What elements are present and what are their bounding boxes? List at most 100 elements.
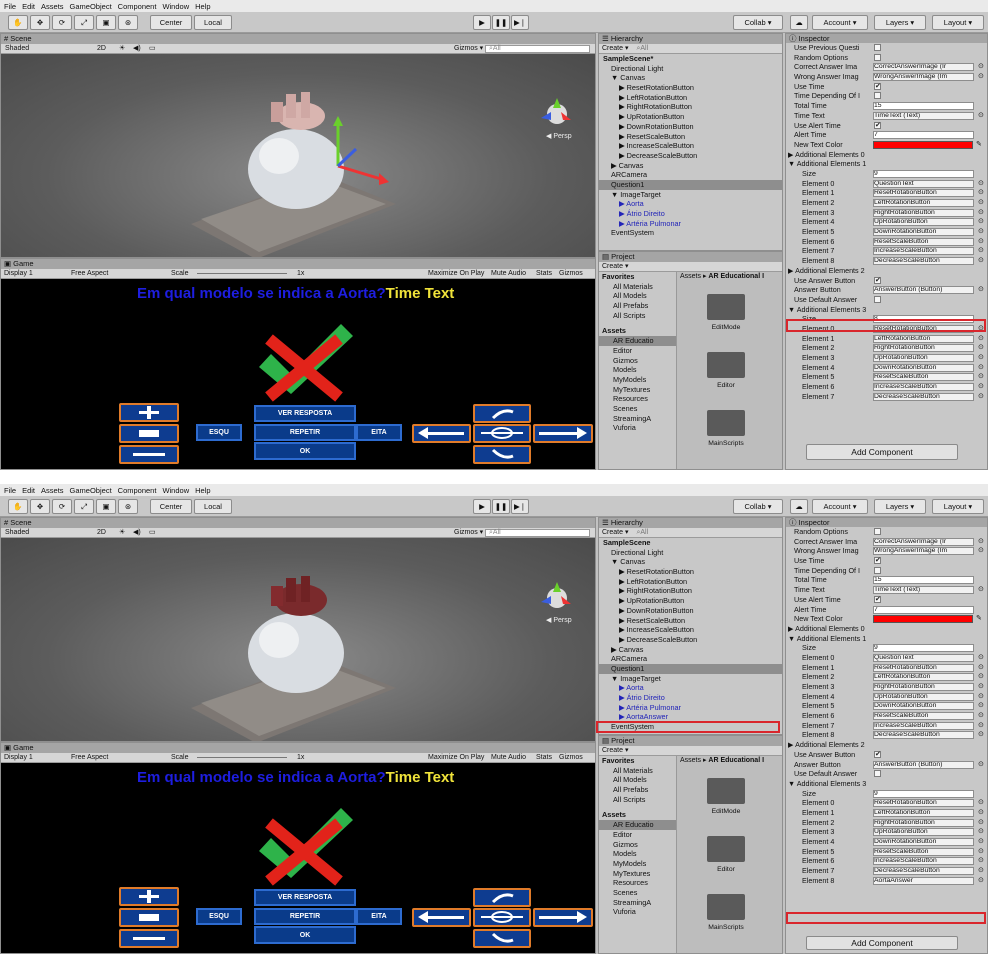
hierarchy-item[interactable]: ▶ LeftRotationButton [599,577,782,587]
color-field[interactable] [873,615,973,624]
menu-file[interactable]: File [4,2,16,11]
object-picker-icon[interactable]: ⊙ [978,837,984,847]
hierarchy-item[interactable]: ▶ ResetScaleButton [599,132,782,142]
object-reference-field[interactable]: UpRotationButton [873,354,974,362]
hierarchy-item[interactable]: ▶ RightRotationButton [599,586,782,596]
object-reference-field[interactable]: TimeText (Text) [873,586,974,595]
object-reference-field[interactable]: RightRotationButton [873,344,974,353]
shading-mode-dropdown[interactable]: Shaded [5,44,29,54]
project-section-header[interactable]: Favorites [599,756,676,766]
eyedropper-icon[interactable]: ✎ [976,140,982,150]
effects-icon[interactable]: ▭ [149,528,156,538]
gizmos-dropdown[interactable]: Gizmos ▾ [454,44,483,54]
play-icon[interactable]: ▶ [473,15,491,30]
object-reference-field[interactable]: RightRotationButton [873,683,974,691]
menu-file[interactable]: File [4,486,16,495]
object-reference-field[interactable]: DownRotationButton [873,228,974,237]
hierarchy-item[interactable]: ▶ RightRotationButton [599,102,782,112]
project-folder-item[interactable]: StreamingA [599,898,676,908]
display-dropdown[interactable]: Display 1 [4,753,33,763]
color-field[interactable] [873,140,973,149]
layers-dropdown[interactable]: Layers ▾ [874,499,926,514]
project-folder-item[interactable]: Scenes [599,404,676,414]
transform-tool-icon[interactable]: ⊛ [118,499,138,514]
project-folder-item[interactable]: Editor [599,346,676,356]
object-reference-field[interactable]: RightRotationButton [873,208,974,217]
mute-audio-toggle[interactable]: Mute Audio [491,753,526,763]
project-folder-item[interactable]: All Materials [599,282,676,292]
lighting-icon[interactable]: ☀ [119,528,125,538]
object-picker-icon[interactable]: ⊙ [978,285,984,295]
2d-toggle[interactable]: 2D [97,528,106,538]
breadcrumb-root[interactable]: Assets [680,757,701,764]
hierarchy-item[interactable]: ▶ AortaAnswer [599,712,782,722]
reset-scale-button[interactable] [119,424,179,443]
left-rotation-button[interactable] [412,908,471,927]
decrease-scale-button[interactable] [119,445,179,464]
hierarchy-item[interactable]: ▶ ResetRotationButton [599,83,782,93]
project-folder-item[interactable]: All Prefabs [599,785,676,795]
reset-scale-button[interactable] [119,908,179,927]
hierarchy-item[interactable]: Directional Light [599,548,782,558]
object-picker-icon[interactable]: ⊙ [978,663,984,673]
project-folder-item[interactable]: Scenes [599,888,676,898]
object-picker-icon[interactable]: ⊙ [978,382,984,392]
object-picker-icon[interactable]: ⊙ [978,246,984,256]
object-reference-field[interactable]: ResetScaleButton [873,847,974,856]
hierarchy-item[interactable]: ARCamera [599,170,782,180]
object-reference-field[interactable]: LeftRotationButton [873,673,974,682]
shading-mode-dropdown[interactable]: Shaded [5,528,29,538]
text-field[interactable]: 15 [873,576,974,585]
gizmos-dropdown[interactable]: Gizmos ▾ [454,528,483,538]
object-reference-field[interactable]: TimeText (Text) [873,111,974,120]
project-tab[interactable]: ▤ Project [599,252,782,262]
scene-viewport[interactable]: ◀ Persp [1,54,595,257]
inspector-field-label[interactable]: ▼ Additional Elements 3 [788,779,978,789]
project-folder-item[interactable]: All Materials [599,766,676,776]
inspector-tab[interactable]: ⓘ Inspector [786,34,987,43]
project-folder-item[interactable]: StreamingA [599,414,676,424]
rotate-tool-icon[interactable]: ⟳ [52,499,72,514]
inspector-field-label[interactable]: ▶ Additional Elements 0 [788,624,978,634]
hierarchy-item[interactable]: ▶ IncreaseScaleButton [599,625,782,635]
persp-label[interactable]: ◀ Persp [546,616,572,624]
object-reference-field[interactable]: IncreaseScaleButton [873,857,974,866]
object-reference-field[interactable]: DecreaseScaleButton [873,867,974,876]
project-folder-item[interactable]: MyModels [599,375,676,385]
object-picker-icon[interactable]: ⊙ [978,760,984,770]
inspector-field-label[interactable]: ▼ Additional Elements 1 [788,159,978,169]
hierarchy-item[interactable]: ▶ DecreaseScaleButton [599,151,782,161]
up-rotation-button[interactable] [473,888,531,907]
ok-button[interactable]: OK [254,442,356,460]
object-picker-icon[interactable]: ⊙ [978,711,984,721]
object-reference-field[interactable]: DecreaseScaleButton [873,392,974,401]
inspector-checkbox[interactable] [874,566,881,574]
project-create-button[interactable]: Create ▾ [602,747,628,754]
inspector-checkbox[interactable] [874,770,881,778]
hierarchy-search-input[interactable]: ⌕All [636,529,648,536]
hierarchy-item[interactable]: ▶ IncreaseScaleButton [599,141,782,151]
maximize-on-play-toggle[interactable]: Maximize On Play [428,269,484,279]
object-reference-field[interactable]: IncreaseScaleButton [873,247,974,256]
step-icon[interactable]: ▶❘ [511,15,529,30]
pause-icon[interactable]: ❚❚ [492,15,510,30]
project-folder-item[interactable]: Resources [599,394,676,404]
hierarchy-item[interactable]: EventSystem [599,228,782,238]
inspector-checkbox[interactable]: ✔ [874,82,881,90]
aspect-dropdown[interactable]: Free Aspect [71,753,108,763]
pivot-center-button[interactable]: Center [150,499,192,514]
object-picker-icon[interactable]: ⊙ [978,798,984,808]
project-folder-item[interactable]: Editor [599,830,676,840]
collab-button[interactable]: Collab ▾ [733,499,783,514]
ver-resposta-button[interactable]: VER RESPOSTA [254,889,356,906]
menu-help[interactable]: Help [195,2,210,11]
menu-gameobject[interactable]: GameObject [70,486,112,495]
menu-assets[interactable]: Assets [41,2,64,11]
hierarchy-item[interactable]: ▼ Canvas [599,557,782,567]
object-reference-field[interactable]: ResetRotationButton [873,189,974,198]
object-reference-field[interactable]: WrongAnswerImage (Im [873,73,974,82]
menu-edit[interactable]: Edit [22,2,35,11]
menu-help[interactable]: Help [195,486,210,495]
play-icon[interactable]: ▶ [473,499,491,514]
layout-dropdown[interactable]: Layout ▾ [932,15,984,30]
